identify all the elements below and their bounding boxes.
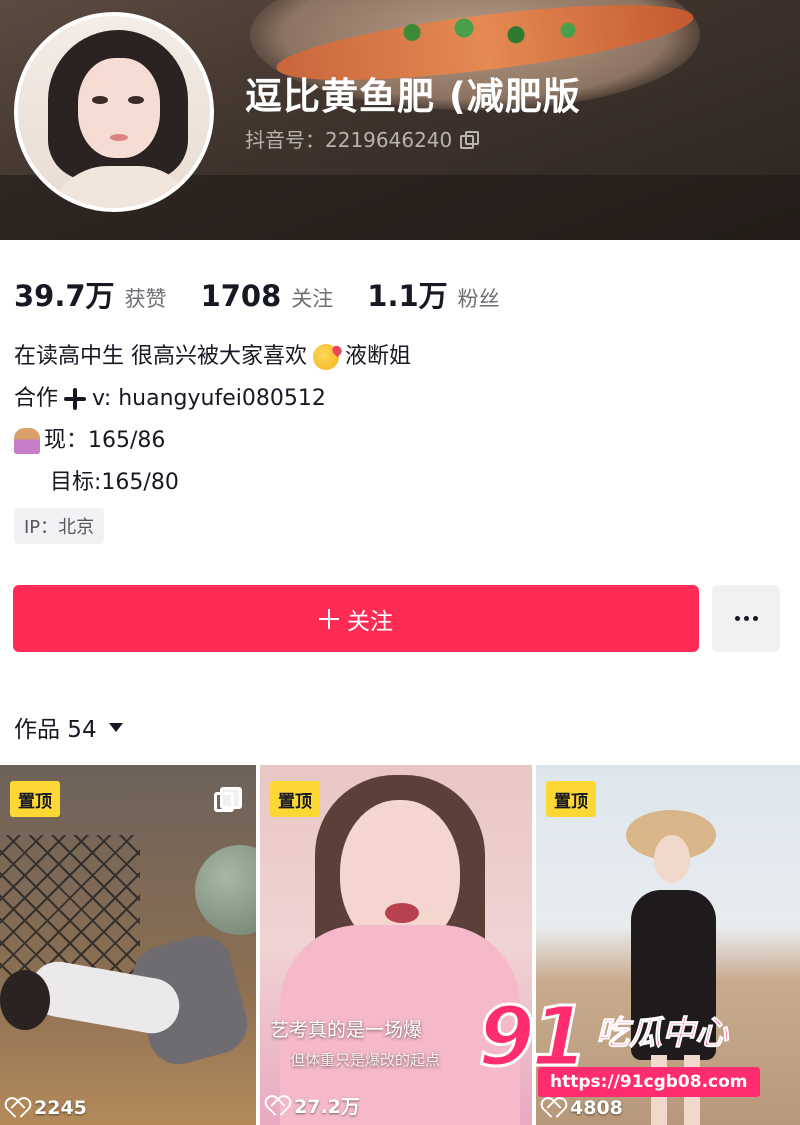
bio-line-1-suffix: 液断姐 [345, 344, 412, 369]
video-likes-count: 2245 [34, 1097, 87, 1119]
bio-line-2-prefix: 合作 [14, 386, 59, 411]
video-likes-count: 27.2万 [294, 1096, 360, 1118]
video-likes: 27.2万 [266, 1092, 360, 1119]
pinned-badge: 置顶 [10, 781, 60, 817]
bio-line-4-text: 目标:165/80 [50, 470, 179, 495]
pinned-badge: 置顶 [546, 781, 596, 817]
more-icon-dot [752, 616, 758, 621]
more-icon-dot [743, 616, 749, 621]
banner-herbs-image [360, 10, 620, 55]
stat-likes-value: 39.7万 [14, 279, 115, 313]
stat-following[interactable]: 1708 关注 [201, 279, 334, 313]
tile-person-image [0, 929, 254, 1080]
follow-plus-icon [319, 608, 339, 629]
person-head [654, 835, 690, 883]
person-head [0, 970, 50, 1030]
avatar-face [78, 58, 160, 158]
profile-bio: 在读高中生 很高兴被大家喜欢 液断姐 合作 v: huangyufei08051… [14, 336, 411, 504]
multi-image-icon [214, 787, 242, 812]
avatar[interactable] [14, 12, 214, 212]
avatar-eye-left [92, 96, 108, 104]
bio-line-4: 目标:165/80 [14, 462, 411, 504]
pinned-badge: 置顶 [270, 781, 320, 817]
stat-followers[interactable]: 1.1万 粉丝 [367, 273, 499, 315]
douyin-id-text: 抖音号：2219646240 [245, 128, 453, 152]
video-likes: 2245 [6, 1097, 87, 1119]
stat-followers-value: 1.1万 [367, 279, 448, 313]
stat-followers-label: 粉丝 [457, 287, 500, 311]
bio-line-2: 合作 v: huangyufei080512 [14, 378, 411, 420]
dropdown-caret-icon [108, 722, 123, 732]
bio-line-1-text: 在读高中生 很高兴被大家喜欢 [14, 344, 307, 369]
tile-exercise-ball-image [195, 845, 256, 935]
plus-icon [64, 388, 87, 410]
video-tile[interactable]: 置顶 2245 [0, 765, 256, 1125]
more-icon-dot [734, 616, 740, 621]
douyin-id-row: 抖音号：2219646240 [245, 124, 480, 153]
stat-likes-label: 获赞 [124, 287, 167, 311]
follow-button-label: 关注 [347, 608, 393, 635]
bio-line-2-suffix: v: huangyufei080512 [92, 386, 326, 411]
site-watermark: 91 吃瓜中心 https://91cgb08.com [476, 989, 778, 1102]
stat-likes[interactable]: 39.7万 获赞 [14, 273, 167, 315]
person-mouth [385, 903, 419, 923]
stat-following-value: 1708 [200, 279, 282, 313]
ip-location-badge: IP：北京 [14, 508, 105, 544]
stat-following-label: 关注 [291, 287, 334, 311]
profile-stats: 39.7万 获赞 1708 关注 1.1万 粉丝 [14, 273, 534, 315]
avatar-lips [110, 134, 128, 141]
kiss-emoji-icon [313, 344, 339, 370]
heart-icon [6, 1099, 26, 1117]
bio-line-3-text: 现：165/86 [44, 428, 166, 453]
tab-works[interactable]: 作品 54 [14, 710, 123, 744]
bio-line-1: 在读高中生 很高兴被大家喜欢 液断姐 [14, 336, 411, 378]
heart-icon [266, 1097, 286, 1115]
person-emoji-icon [14, 428, 40, 454]
copy-icon[interactable] [460, 130, 480, 149]
watermark-url: https://91cgb08.com [538, 1067, 760, 1097]
watermark-name: 吃瓜中心 [596, 1013, 729, 1053]
more-options-button[interactable] [712, 585, 780, 652]
bio-line-3: 现：165/86 [14, 420, 411, 462]
follow-button[interactable]: 关注 [13, 585, 699, 652]
avatar-eye-right [128, 96, 144, 104]
profile-nickname: 逗比黄鱼肥 (减肥版 [245, 75, 581, 118]
tab-works-label: 作品 54 [14, 717, 97, 743]
